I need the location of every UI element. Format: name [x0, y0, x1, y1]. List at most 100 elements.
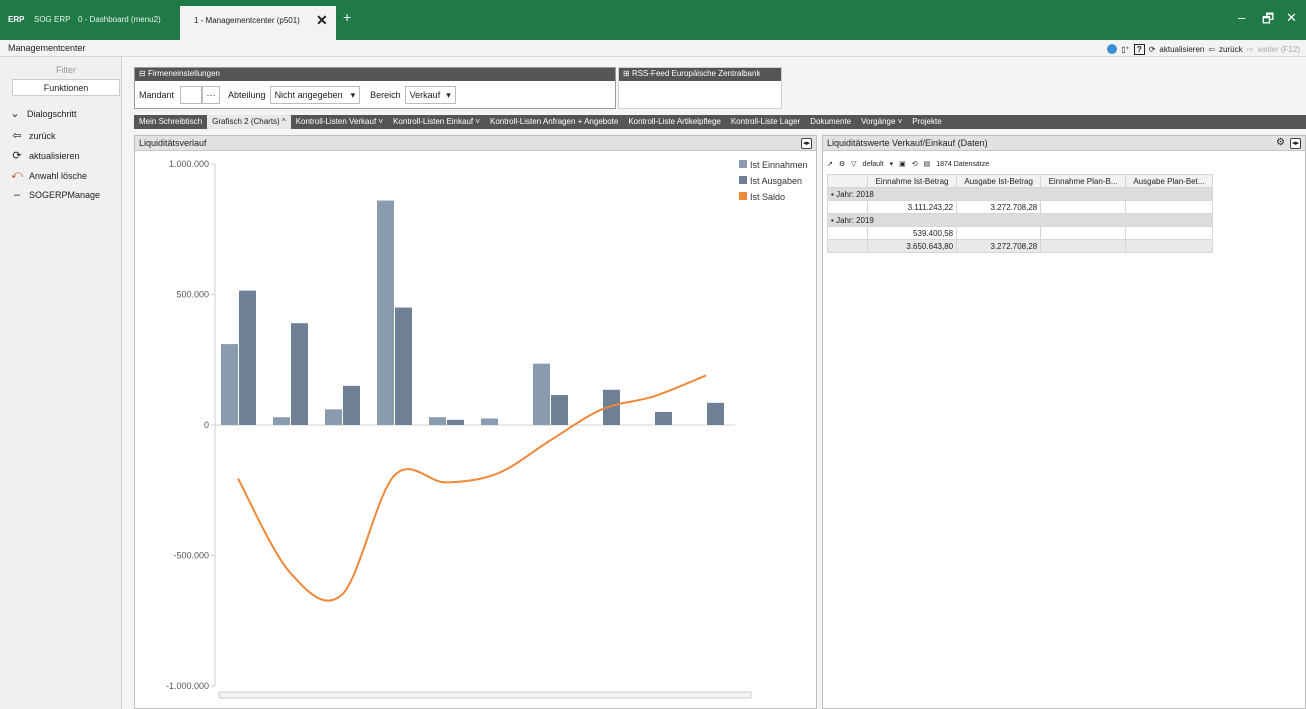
table-row[interactable]: 539.400,58	[827, 226, 1214, 240]
bereich-select[interactable]: Verkauf ▾	[404, 86, 456, 104]
chevron-down-icon: ⌄	[10, 108, 20, 120]
column-header[interactable]: Einnahme Plan-B...	[1040, 174, 1126, 188]
tab-projekte[interactable]: Projekte	[907, 115, 946, 129]
totals-row: 3.650.643,80 3.272.708,28	[827, 239, 1214, 253]
group-row[interactable]: ▪ Jahr: 2018	[827, 187, 1213, 201]
minimize-button[interactable]: –	[1238, 10, 1245, 25]
close-window-button[interactable]: ✕	[1286, 10, 1297, 26]
sidebar-item-sogerpmanage[interactable]: – SOGERPManage	[10, 189, 100, 201]
tab-dashboard[interactable]: 0 - Dashboard (menu2)	[78, 15, 161, 24]
main-area: ⊟ Firmeneinstellungen Mandant ··· Abteil…	[122, 57, 1306, 709]
firm-settings-header[interactable]: ⊟ Firmeneinstellungen	[135, 68, 615, 81]
bereich-value: Verkauf	[409, 90, 441, 100]
table-cell	[1040, 200, 1126, 214]
filter-icon[interactable]: ▽	[851, 160, 856, 168]
forward-button[interactable]: weiter (F12)	[1257, 45, 1300, 54]
tab-grafisch-2[interactable]: Grafisch 2 (Charts) ^	[207, 115, 291, 129]
restore-button[interactable]: 🗗	[1262, 10, 1274, 32]
chevron-down-icon: ▾	[350, 89, 356, 100]
sidebar-tab-functions[interactable]: Funktionen	[12, 79, 120, 96]
table-cell	[1040, 226, 1126, 240]
bar-ausgaben	[447, 419, 464, 425]
legend-label: Ist Ausgaben	[750, 176, 802, 186]
save-icon[interactable]: ▣	[899, 160, 906, 168]
tab-kontroll-listen-verkauf[interactable]: Kontroll-Listen Verkauf ˅	[291, 115, 388, 129]
tab-kontroll-liste-artikelpflege[interactable]: Kontroll-Liste Artikelpflege	[623, 115, 726, 129]
pin-icon[interactable]: ↗	[827, 160, 833, 168]
layout-name[interactable]: default	[863, 161, 884, 168]
firm-settings-panel: ⊟ Firmeneinstellungen Mandant ··· Abteil…	[134, 67, 616, 109]
tab-managementcenter[interactable]: 1 - Managementcenter (p501) ✕	[180, 6, 336, 40]
mandant-field[interactable]	[180, 86, 203, 104]
sidebar-item-label: SOGERPManage	[29, 190, 101, 200]
mandant-lookup-button[interactable]: ···	[202, 86, 221, 104]
extension-icon[interactable]: ▯⁺	[1121, 45, 1130, 54]
chevron-down-icon[interactable]: ▾	[890, 160, 894, 168]
table-cell: 539.400,58	[866, 226, 958, 240]
tab-mein-schreibtisch[interactable]: Mein Schreibtisch	[134, 115, 207, 129]
export-icon[interactable]: ▤	[924, 160, 931, 168]
tab-kontroll-listen-anfragen[interactable]: Kontroll-Listen Anfragen + Angebote	[485, 115, 623, 129]
rss-panel: ⊞ RSS-Feed Europäische Zentralbank	[618, 67, 782, 109]
abteilung-select[interactable]: Nicht angegeben ▾	[269, 86, 361, 104]
bar-ausgaben	[707, 402, 724, 425]
y-tick-label: 500.000	[176, 290, 209, 300]
add-tab-button[interactable]: +	[343, 9, 351, 25]
column-header[interactable]: Ausgabe Plan-Bet...	[1124, 174, 1214, 188]
chart-panel-title: Liquiditätsverlauf	[139, 138, 207, 148]
column-header[interactable]: Ausgabe Ist-Betrag	[956, 174, 1042, 188]
sidebar: Filter Funktionen ⌄ Dialogschritt ⇦ zurü…	[0, 57, 122, 709]
settings-icon[interactable]: ⚙	[839, 160, 845, 168]
close-tab-icon[interactable]: ✕	[316, 12, 328, 29]
legend-swatch	[739, 176, 747, 184]
refresh-button[interactable]: aktualisieren	[1159, 45, 1204, 54]
tab-kontroll-listen-einkauf[interactable]: Kontroll-Listen Einkauf ˅	[388, 115, 485, 129]
tab-managementcenter-label: 1 - Managementcenter (p501)	[194, 16, 300, 25]
rss-title: RSS-Feed Europäische Zentralbank	[631, 69, 761, 78]
bar-einnahmen	[429, 417, 446, 425]
expand-collapse-icon[interactable]: ◂▸	[801, 138, 812, 149]
rss-header[interactable]: ⊞ RSS-Feed Europäische Zentralbank	[619, 68, 781, 81]
legend-label: Ist Saldo	[750, 192, 785, 202]
group-label: Jahr: 2019	[836, 215, 874, 225]
record-count: 1874 Datensätze	[936, 160, 990, 168]
erp-logo: ERP	[8, 15, 25, 24]
sidebar-section-label: Dialogschritt	[27, 108, 77, 119]
tab-dokumente[interactable]: Dokumente	[805, 115, 856, 129]
legend-label: Ist Einnahmen	[750, 160, 808, 170]
bar-ausgaben	[343, 385, 360, 425]
tab-vorgaenge[interactable]: Vorgänge ˅	[856, 115, 907, 129]
group-row[interactable]: ▪ Jahr: 2019	[827, 213, 1213, 227]
sidebar-tab-filter[interactable]: Filter	[12, 62, 120, 79]
bar-ausgaben	[395, 307, 412, 425]
total-cell: 3.272.708,28	[956, 239, 1042, 253]
expand-collapse-icon[interactable]: ◂▸	[1290, 138, 1301, 149]
sidebar-item-label: zurück	[29, 130, 56, 141]
chevron-down-icon: ▾	[446, 89, 451, 100]
table-row[interactable]: 3.111.243,22 3.272.708,28	[827, 200, 1214, 214]
legend-swatch	[739, 192, 747, 200]
expand-icon: ⊞	[623, 69, 632, 78]
help-icon[interactable]: ?	[1133, 43, 1145, 55]
settings-icon[interactable]: ⚙	[1276, 137, 1285, 148]
chart-panel-header: Liquiditätsverlauf ◂▸	[135, 136, 816, 151]
sidebar-item-label: Anwahl lösche	[29, 170, 88, 181]
sidebar-item-label: aktualisieren	[29, 150, 80, 161]
table-cell: 3.111.243,22	[866, 200, 958, 214]
data-grid: Einnahme Ist-Betrag Ausgabe Ist-Betrag E…	[827, 174, 1214, 253]
back-arrow-icon: ⇦	[1208, 44, 1216, 54]
sidebar-item-back[interactable]: ⇦ zurück	[10, 129, 56, 142]
bar-ausgaben	[655, 411, 672, 425]
sidebar-item-refresh[interactable]: ⟳ aktualisieren	[10, 149, 80, 162]
y-tick-label: -500.000	[173, 551, 209, 561]
notification-icon[interactable]	[1107, 44, 1118, 54]
column-header[interactable]: Einnahme Ist-Betrag	[866, 174, 958, 188]
sidebar-section-dialogschritt[interactable]: ⌄ Dialogschritt	[8, 107, 77, 120]
reset-icon[interactable]: ⟲	[912, 160, 918, 168]
bar-einnahmen	[325, 409, 342, 425]
tab-kontroll-liste-lager[interactable]: Kontroll-Liste Lager	[726, 115, 805, 129]
sidebar-item-clear-selection[interactable]: ⤺ Anwahl lösche	[10, 169, 87, 182]
bar-ausgaben	[239, 290, 256, 425]
dash-icon: –	[13, 189, 21, 201]
back-button[interactable]: zurück	[1219, 45, 1243, 54]
